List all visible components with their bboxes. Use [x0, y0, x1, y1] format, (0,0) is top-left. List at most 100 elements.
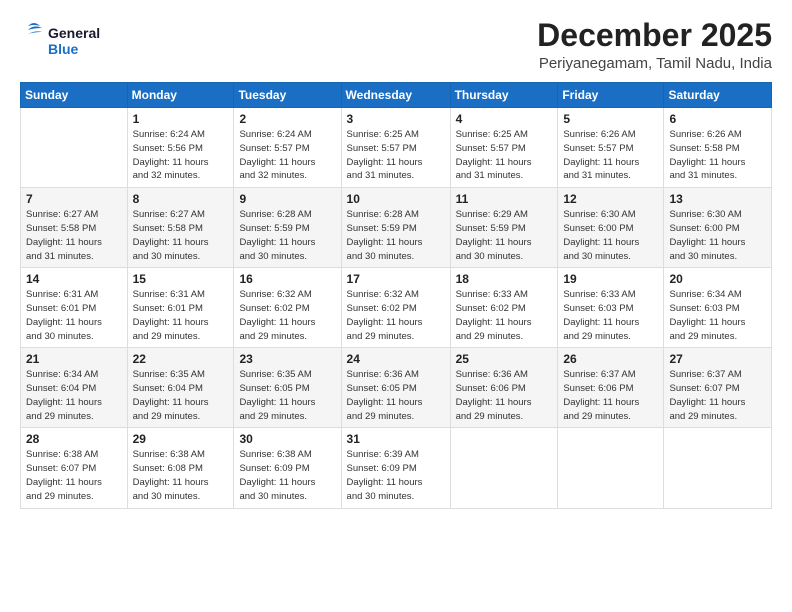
day-number: 14 [26, 272, 122, 286]
day-number: 27 [669, 352, 766, 366]
day-number: 3 [347, 112, 445, 126]
day-number: 2 [239, 112, 335, 126]
calendar-cell: 9Sunrise: 6:28 AMSunset: 5:59 PMDaylight… [234, 188, 341, 268]
day-info: Sunrise: 6:29 AMSunset: 5:59 PMDaylight:… [456, 208, 553, 263]
day-number: 23 [239, 352, 335, 366]
calendar-cell: 1 Sunrise: 6:24 AMSunset: 5:56 PMDaylight… [127, 108, 234, 188]
calendar-cell: 15 Sunrise: 6:31 AMSunset: 6:01 PMDayligh… [127, 268, 234, 348]
calendar-cell: 27Sunrise: 6:37 AMSunset: 6:07 PMDayligh… [664, 348, 772, 428]
day-number: 8 [133, 192, 229, 206]
calendar-cell: 16 Sunrise: 6:32 AMSunset: 6:02 PMDayligh… [234, 268, 341, 348]
day-info: Sunrise: 6:28 AMSunset: 5:59 PMDaylight:… [347, 208, 445, 263]
day-number: 5 [563, 112, 658, 126]
logo-svg: General Blue [20, 18, 130, 62]
calendar-table: SundayMondayTuesdayWednesdayThursdayFrid… [20, 82, 772, 508]
calendar-week-row: 14 Sunrise: 6:31 AMSunset: 6:01 PMDayligh… [21, 268, 772, 348]
calendar-cell: 23 Sunrise: 6:35 AMSunset: 6:05 PMDayligh… [234, 348, 341, 428]
day-number: 28 [26, 432, 122, 446]
calendar-cell: 17Sunrise: 6:32 AMSunset: 6:02 PMDayligh… [341, 268, 450, 348]
day-number: 6 [669, 112, 766, 126]
day-info: Sunrise: 6:25 AMSunset: 5:57 PMDaylight:… [347, 128, 445, 183]
calendar-weekday-thursday: Thursday [450, 83, 558, 108]
day-number: 25 [456, 352, 553, 366]
page: General Blue December 2025 Periyanegamam… [0, 0, 792, 519]
calendar-cell: 8 Sunrise: 6:27 AMSunset: 5:58 PMDaylight… [127, 188, 234, 268]
calendar-weekday-tuesday: Tuesday [234, 83, 341, 108]
day-info: Sunrise: 6:32 AMSunset: 6:02 PMDaylight:… [239, 288, 335, 343]
day-info: Sunrise: 6:35 AMSunset: 6:05 PMDaylight:… [239, 368, 335, 423]
calendar-cell: 24 Sunrise: 6:36 AMSunset: 6:05 PMDayligh… [341, 348, 450, 428]
calendar-cell: 3 Sunrise: 6:25 AMSunset: 5:57 PMDaylight… [341, 108, 450, 188]
calendar-cell [21, 108, 128, 188]
calendar-cell: 13 Sunrise: 6:30 AMSunset: 6:00 PMDayligh… [664, 188, 772, 268]
calendar-week-row: 21 Sunrise: 6:34 AMSunset: 6:04 PMDayligh… [21, 348, 772, 428]
calendar-cell: 19 Sunrise: 6:33 AMSunset: 6:03 PMDayligh… [558, 268, 664, 348]
day-info: Sunrise: 6:30 AMSunset: 6:00 PMDaylight:… [563, 208, 658, 263]
day-number: 24 [347, 352, 445, 366]
calendar-week-row: 1 Sunrise: 6:24 AMSunset: 5:56 PMDaylight… [21, 108, 772, 188]
day-number: 19 [563, 272, 658, 286]
day-info: Sunrise: 6:25 AMSunset: 5:57 PMDaylight:… [456, 128, 553, 183]
day-info: Sunrise: 6:38 AMSunset: 6:07 PMDaylight:… [26, 448, 122, 503]
day-info: Sunrise: 6:36 AMSunset: 6:05 PMDaylight:… [347, 368, 445, 423]
calendar-weekday-sunday: Sunday [21, 83, 128, 108]
calendar-cell: 18Sunrise: 6:33 AMSunset: 6:02 PMDayligh… [450, 268, 558, 348]
day-info: Sunrise: 6:38 AMSunset: 6:08 PMDaylight:… [133, 448, 229, 503]
calendar-cell: 2Sunrise: 6:24 AMSunset: 5:57 PMDaylight… [234, 108, 341, 188]
calendar-week-row: 7Sunrise: 6:27 AMSunset: 5:58 PMDaylight… [21, 188, 772, 268]
calendar-weekday-saturday: Saturday [664, 83, 772, 108]
day-info: Sunrise: 6:27 AMSunset: 5:58 PMDaylight:… [26, 208, 122, 263]
day-number: 30 [239, 432, 335, 446]
day-number: 10 [347, 192, 445, 206]
day-number: 17 [347, 272, 445, 286]
calendar-weekday-monday: Monday [127, 83, 234, 108]
calendar-cell [558, 428, 664, 508]
calendar-header-row: SundayMondayTuesdayWednesdayThursdayFrid… [21, 83, 772, 108]
day-info: Sunrise: 6:33 AMSunset: 6:02 PMDaylight:… [456, 288, 553, 343]
calendar-cell: 12 Sunrise: 6:30 AMSunset: 6:00 PMDayligh… [558, 188, 664, 268]
day-info: Sunrise: 6:27 AMSunset: 5:58 PMDaylight:… [133, 208, 229, 263]
day-info: Sunrise: 6:34 AMSunset: 6:04 PMDaylight:… [26, 368, 122, 423]
day-info: Sunrise: 6:31 AMSunset: 6:01 PMDaylight:… [133, 288, 229, 343]
day-info: Sunrise: 6:26 AMSunset: 5:58 PMDaylight:… [669, 128, 766, 183]
day-number: 11 [456, 192, 553, 206]
day-info: Sunrise: 6:28 AMSunset: 5:59 PMDaylight:… [239, 208, 335, 263]
day-info: Sunrise: 6:33 AMSunset: 6:03 PMDaylight:… [563, 288, 658, 343]
day-info: Sunrise: 6:24 AMSunset: 5:56 PMDaylight:… [133, 128, 229, 183]
logo: General Blue [20, 18, 130, 67]
calendar-cell: 5 Sunrise: 6:26 AMSunset: 5:57 PMDaylight… [558, 108, 664, 188]
day-info: Sunrise: 6:35 AMSunset: 6:04 PMDaylight:… [133, 368, 229, 423]
day-number: 29 [133, 432, 229, 446]
calendar-cell: 31Sunrise: 6:39 AMSunset: 6:09 PMDayligh… [341, 428, 450, 508]
day-number: 26 [563, 352, 658, 366]
header: General Blue December 2025 Periyanegamam… [20, 18, 772, 72]
calendar-cell: 14 Sunrise: 6:31 AMSunset: 6:01 PMDayligh… [21, 268, 128, 348]
subtitle: Periyanegamam, Tamil Nadu, India [537, 55, 772, 72]
day-info: Sunrise: 6:31 AMSunset: 6:01 PMDaylight:… [26, 288, 122, 343]
day-info: Sunrise: 6:36 AMSunset: 6:06 PMDaylight:… [456, 368, 553, 423]
calendar-cell: 25 Sunrise: 6:36 AMSunset: 6:06 PMDayligh… [450, 348, 558, 428]
day-number: 1 [133, 112, 229, 126]
calendar-cell [450, 428, 558, 508]
day-number: 22 [133, 352, 229, 366]
calendar-cell: 29 Sunrise: 6:38 AMSunset: 6:08 PMDayligh… [127, 428, 234, 508]
svg-text:Blue: Blue [48, 41, 79, 57]
day-number: 31 [347, 432, 445, 446]
day-number: 20 [669, 272, 766, 286]
svg-text:General: General [48, 25, 100, 41]
day-info: Sunrise: 6:38 AMSunset: 6:09 PMDaylight:… [239, 448, 335, 503]
calendar-cell: 22 Sunrise: 6:35 AMSunset: 6:04 PMDayligh… [127, 348, 234, 428]
calendar-cell: 21 Sunrise: 6:34 AMSunset: 6:04 PMDayligh… [21, 348, 128, 428]
day-info: Sunrise: 6:26 AMSunset: 5:57 PMDaylight:… [563, 128, 658, 183]
day-number: 12 [563, 192, 658, 206]
calendar-weekday-friday: Friday [558, 83, 664, 108]
day-info: Sunrise: 6:34 AMSunset: 6:03 PMDaylight:… [669, 288, 766, 343]
day-number: 15 [133, 272, 229, 286]
day-number: 21 [26, 352, 122, 366]
day-number: 16 [239, 272, 335, 286]
day-number: 13 [669, 192, 766, 206]
title-block: December 2025 Periyanegamam, Tamil Nadu,… [537, 18, 772, 72]
calendar-week-row: 28 Sunrise: 6:38 AMSunset: 6:07 PMDayligh… [21, 428, 772, 508]
calendar-cell: 26Sunrise: 6:37 AMSunset: 6:06 PMDayligh… [558, 348, 664, 428]
day-info: Sunrise: 6:30 AMSunset: 6:00 PMDaylight:… [669, 208, 766, 263]
